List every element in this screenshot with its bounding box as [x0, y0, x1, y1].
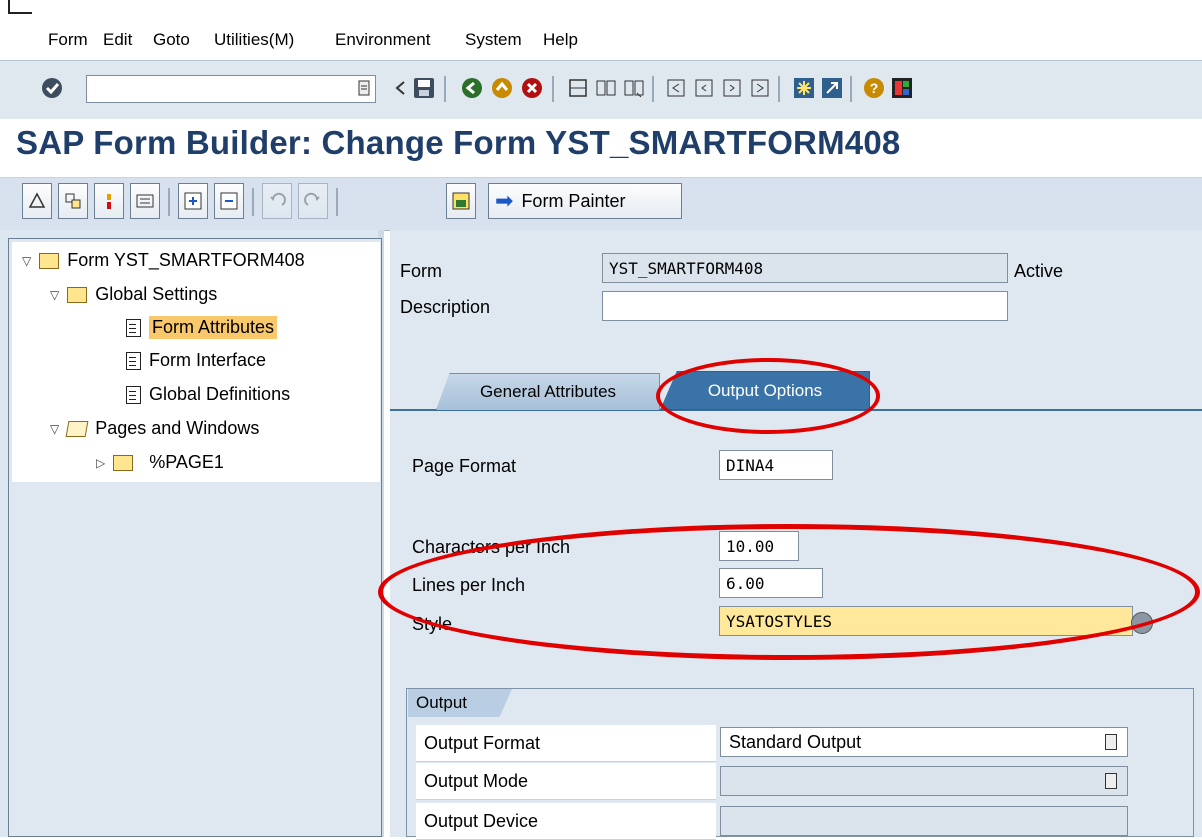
next-page-icon[interactable] [720, 76, 744, 100]
value-help-icon[interactable] [1131, 612, 1153, 634]
style-input[interactable]: YSATOSTYLES [719, 606, 1133, 636]
menu-form[interactable]: Form [48, 30, 88, 50]
output-device-input[interactable] [720, 806, 1128, 836]
collapsed-triangle-icon[interactable]: ▷ [96, 456, 105, 470]
tree-node-global-definitions[interactable]: Global Definitions [126, 384, 290, 405]
folder-icon [113, 454, 134, 471]
menu-help[interactable]: Help [543, 30, 578, 50]
menu-edit[interactable]: Edit [103, 30, 132, 50]
description-label: Description [400, 297, 491, 317]
tab-label: Output Options [707, 380, 823, 400]
tree-node-pages-windows[interactable]: ▽ Pages and Windows [50, 418, 259, 439]
tab-general-attributes[interactable]: General Attributes [436, 373, 660, 410]
tab-output-options[interactable]: Output Options [660, 371, 870, 410]
menu-goto[interactable]: Goto [153, 30, 190, 50]
tab-label: General Attributes [479, 382, 617, 401]
lpi-input[interactable]: 6.00 [719, 568, 823, 598]
folder-icon [67, 286, 88, 303]
save-icon[interactable] [412, 76, 436, 100]
output-format-label: Output Format [416, 725, 716, 762]
layout-menu-icon[interactable] [890, 76, 914, 100]
document-icon [126, 318, 141, 337]
form-painter-label: Form Painter [521, 190, 626, 211]
output-format-select[interactable]: Standard Output [720, 727, 1128, 757]
test-button[interactable] [130, 183, 160, 219]
tree-node-form[interactable]: ▽ Form YST_SMARTFORM408 [22, 250, 380, 271]
tree-node-form-interface[interactable]: Form Interface [126, 350, 266, 371]
svg-text:?: ? [870, 80, 879, 96]
tree-node-label: Form Interface [149, 350, 267, 370]
form-painter-button[interactable]: ➡ Form Painter [488, 183, 682, 219]
tree-node-form-attributes[interactable]: Form Attributes [126, 316, 278, 339]
print-icon[interactable] [566, 76, 590, 100]
cpi-label: Characters per Inch [412, 537, 571, 557]
tree-node-label: Global Settings [95, 284, 218, 304]
redo-button[interactable] [298, 183, 328, 219]
tree-node-global-settings[interactable]: ▽ Global Settings [50, 284, 217, 305]
cancel-icon[interactable] [520, 76, 544, 100]
tree-node-label: Pages and Windows [95, 418, 260, 438]
output-mode-label: Output Mode [416, 763, 716, 800]
expanded-triangle-icon[interactable]: ▽ [22, 254, 31, 268]
page-title: SAP Form Builder: Change Form YST_SMARTF… [16, 124, 901, 161]
cpi-input[interactable]: 10.00 [719, 531, 799, 561]
back-icon[interactable] [460, 76, 484, 100]
previous-page-icon[interactable] [692, 76, 716, 100]
first-page-icon[interactable] [664, 76, 688, 100]
tree-node-label: Form YST_SMARTFORM408 [67, 250, 305, 270]
dropdown-icon[interactable] [1105, 734, 1117, 750]
field-list-button[interactable] [446, 183, 476, 219]
output-device-label: Output Device [416, 803, 716, 840]
collapse-icon[interactable] [388, 76, 412, 100]
status-text: Active [1014, 261, 1064, 281]
page-format-input[interactable]: DINA4 [719, 450, 833, 480]
output-mode-select[interactable] [720, 766, 1128, 796]
document-icon [126, 385, 141, 404]
window-icon[interactable] [8, 0, 32, 14]
open-folder-icon [65, 420, 89, 437]
output-format-value: Standard Output [729, 731, 862, 752]
tree-node-label: Form Attributes [149, 316, 278, 339]
display-change-button[interactable] [58, 183, 88, 219]
tree-node-label: %PAGE1 [149, 452, 224, 472]
tree-node-label: Global Definitions [149, 384, 291, 404]
shortcut-icon[interactable] [820, 76, 844, 100]
exit-icon[interactable] [490, 76, 514, 100]
enter-icon[interactable] [40, 76, 64, 100]
form-label: Form [400, 261, 442, 281]
page-format-label: Page Format [412, 456, 517, 476]
other-object-button[interactable] [22, 183, 52, 219]
form-name-field: YST_SMARTFORM408 [602, 253, 1008, 283]
find-next-icon[interactable] [622, 76, 646, 100]
style-label: Style [412, 614, 453, 634]
command-history-icon[interactable] [352, 76, 376, 100]
expand-subtree-button[interactable] [178, 183, 208, 219]
arrow-right-icon: ➡ [495, 188, 514, 213]
expanded-triangle-icon[interactable]: ▽ [50, 288, 59, 302]
document-icon [126, 351, 141, 370]
help-icon[interactable]: ? [862, 76, 886, 100]
description-input[interactable] [602, 291, 1008, 321]
command-field[interactable] [86, 75, 376, 103]
lpi-label: Lines per Inch [412, 575, 526, 595]
menu-system[interactable]: System [465, 30, 522, 50]
expanded-triangle-icon[interactable]: ▽ [50, 422, 59, 436]
folder-icon [39, 252, 60, 269]
create-session-icon[interactable] [792, 76, 816, 100]
last-page-icon[interactable] [748, 76, 772, 100]
check-button[interactable] [94, 183, 124, 219]
output-group-title: Output [408, 689, 512, 717]
tree-node-page1[interactable]: ▷ %PAGE1 [96, 452, 224, 473]
collapse-subtree-button[interactable] [214, 183, 244, 219]
undo-button[interactable] [262, 183, 292, 219]
find-icon[interactable] [594, 76, 618, 100]
menu-environment[interactable]: Environment [335, 30, 430, 50]
dropdown-icon[interactable] [1105, 773, 1117, 789]
menu-utilities[interactable]: Utilities(M) [214, 30, 294, 50]
